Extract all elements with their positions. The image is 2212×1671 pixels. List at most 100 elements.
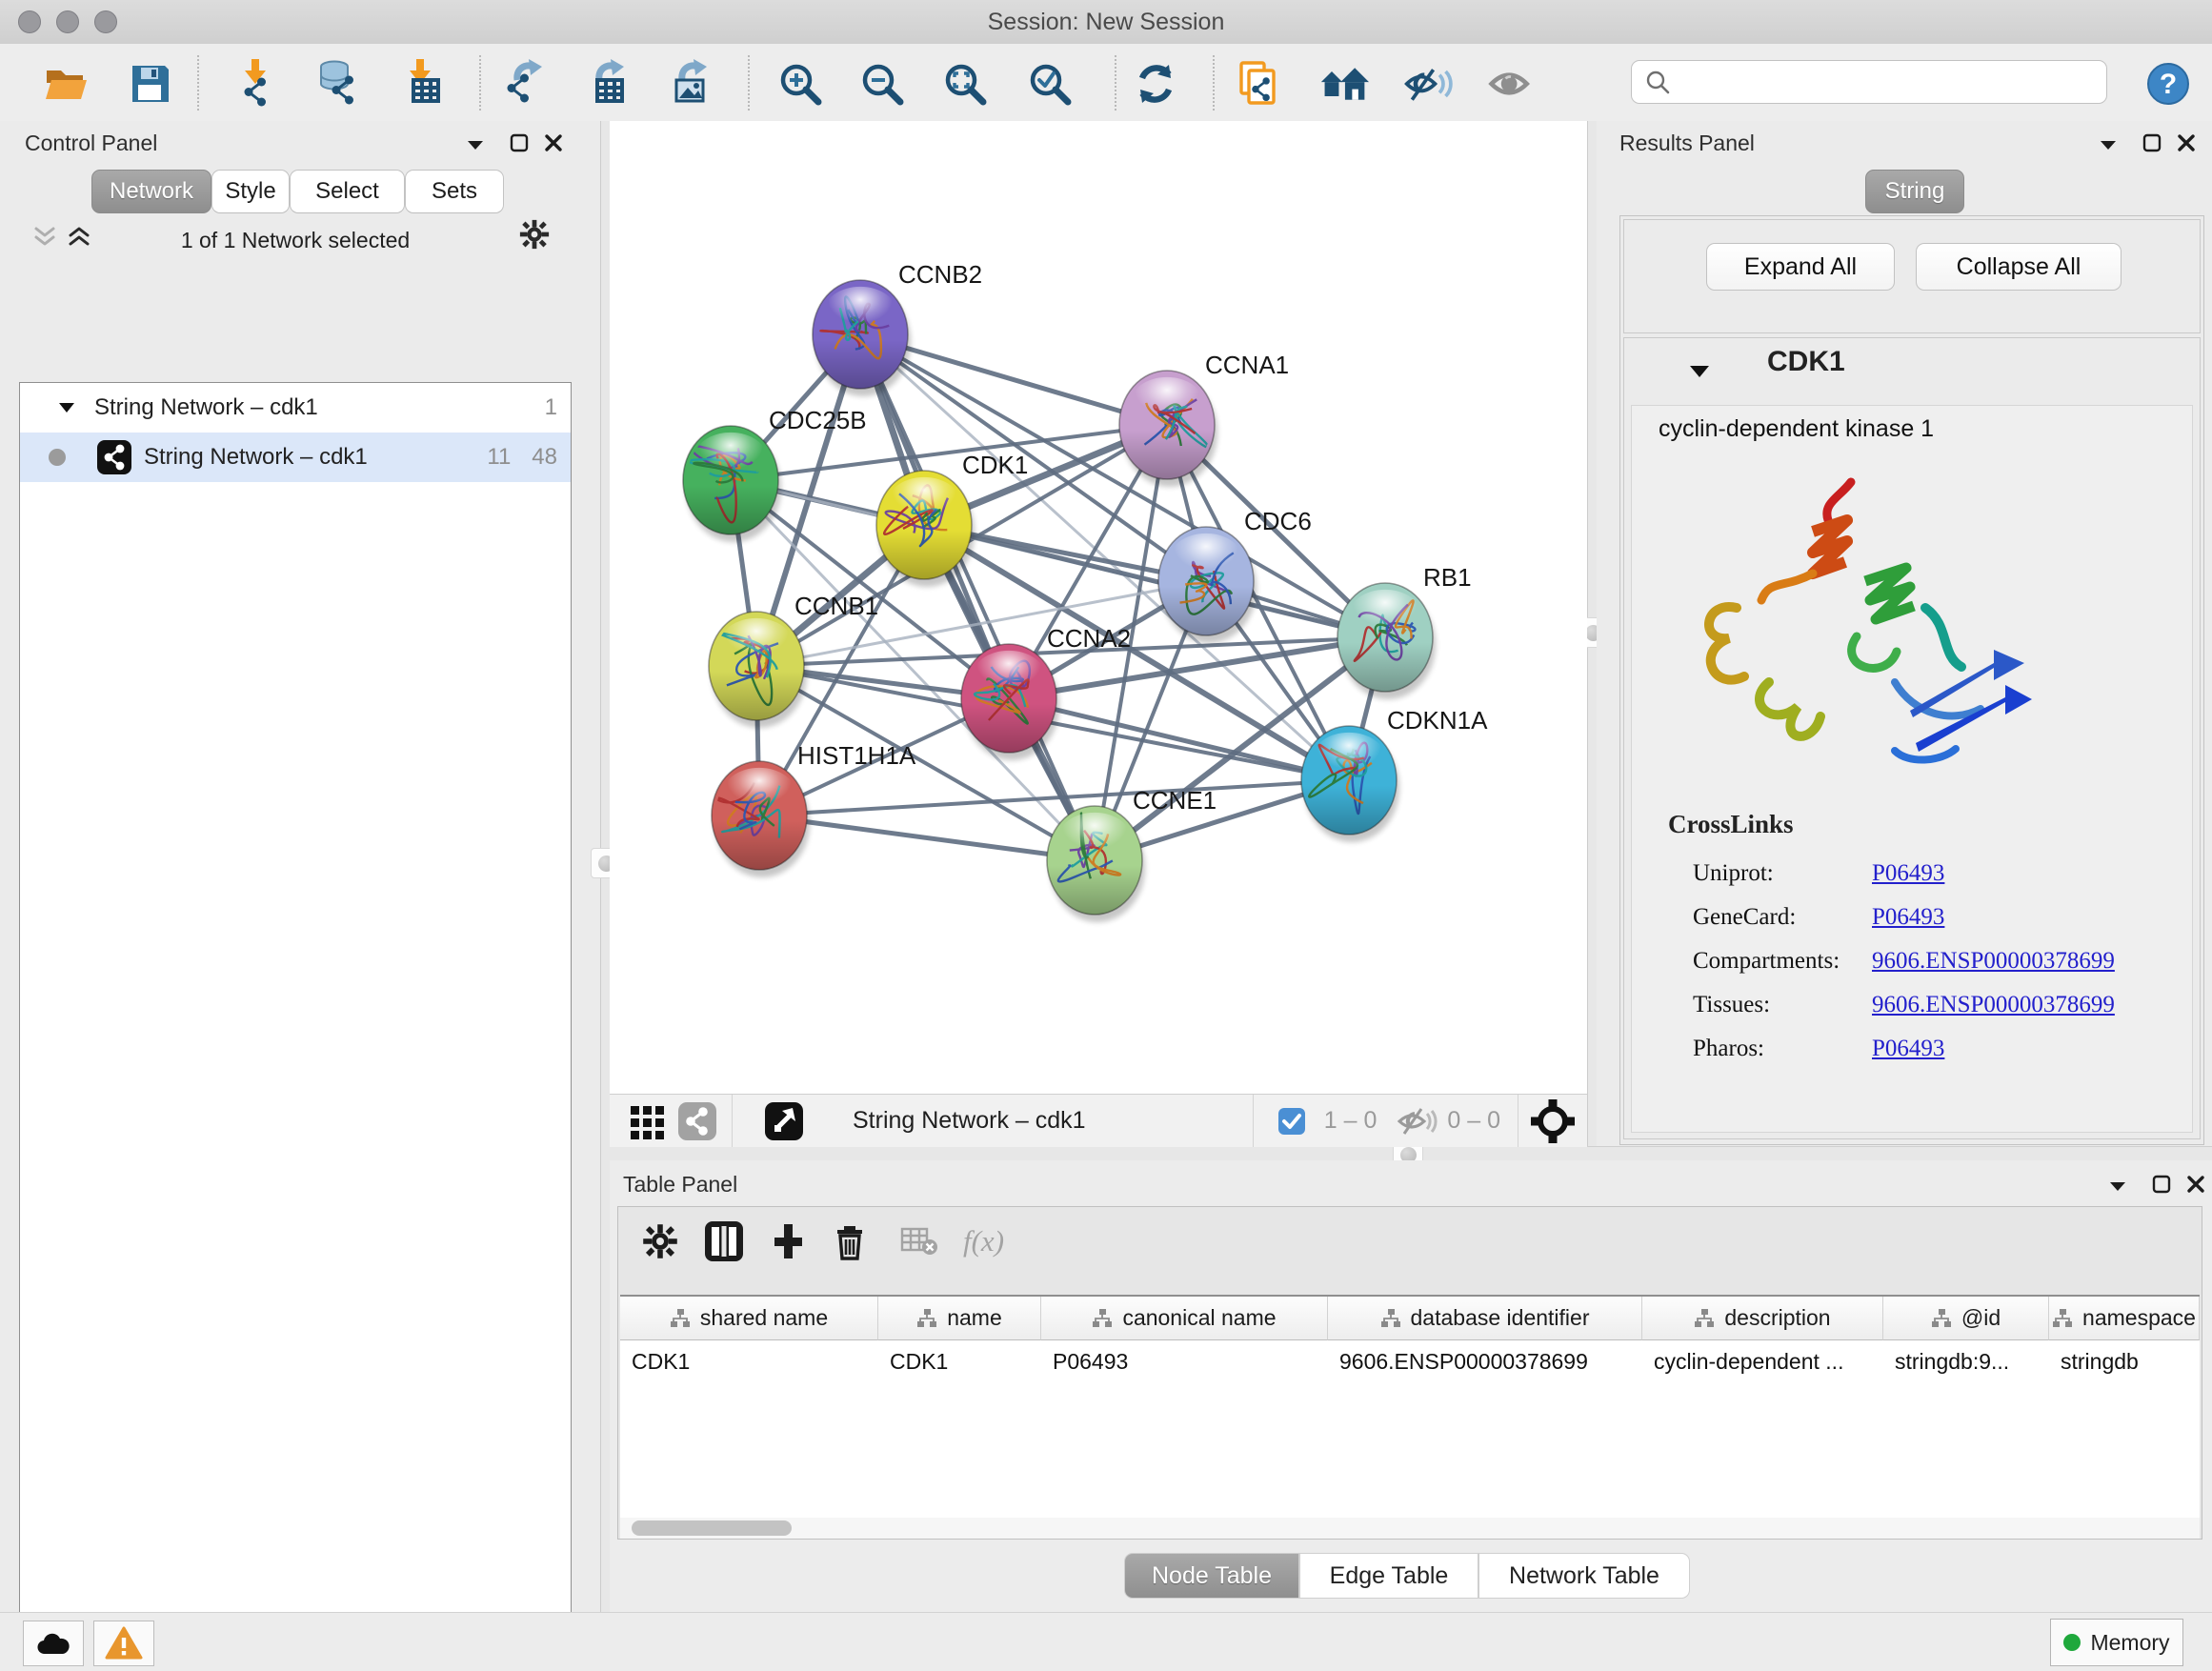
crosslink-row: Tissues: 9606.ENSP00000378699	[1693, 983, 2169, 1027]
tab-network-table[interactable]: Network Table	[1478, 1553, 1690, 1599]
tab-node-table[interactable]: Node Table	[1124, 1553, 1299, 1599]
node-CCNA2[interactable]	[961, 644, 1059, 760]
save-session-icon[interactable]	[126, 59, 175, 109]
export-image-icon[interactable]	[665, 59, 714, 109]
birds-eye-grid-icon[interactable]	[623, 1097, 673, 1146]
show-columns-icon[interactable]	[704, 1220, 744, 1262]
column-header-database-identifier[interactable]: database identifier	[1328, 1297, 1642, 1340]
column-header-description[interactable]: description	[1642, 1297, 1883, 1340]
table-panel-menu-icon[interactable]	[2101, 1172, 2134, 1200]
zoom-selected-icon[interactable]	[1025, 59, 1075, 109]
node-CDC6[interactable]	[1158, 527, 1257, 643]
control-panel-float-icon[interactable]	[503, 129, 535, 157]
column-header-shared-name[interactable]: shared name	[620, 1297, 878, 1340]
network-view-canvas[interactable]: CCNB2 CCNA1 CDC25B CDK1 CDC6	[610, 121, 1587, 1094]
copy-network-icon[interactable]	[1234, 59, 1283, 109]
cloud-button[interactable]	[23, 1621, 84, 1666]
cell-canonical-name[interactable]: P06493	[1041, 1340, 1328, 1382]
open-session-icon[interactable]	[42, 59, 91, 109]
export-table-icon[interactable]	[582, 59, 632, 109]
tab-edge-table[interactable]: Edge Table	[1299, 1553, 1478, 1599]
zoom-fit-icon[interactable]	[940, 59, 990, 109]
crosslink-value-link[interactable]: 9606.ENSP00000378699	[1872, 992, 2115, 1018]
import-network-database-icon[interactable]	[313, 59, 363, 109]
node-CDK1[interactable]	[876, 471, 975, 587]
table-panel-close-icon[interactable]	[2180, 1170, 2212, 1198]
tab-style[interactable]: Style	[211, 170, 290, 213]
crosslink-row: Compartments: 9606.ENSP00000378699	[1693, 939, 2169, 983]
search-field[interactable]	[1631, 60, 2107, 104]
table-gear-icon[interactable]	[641, 1222, 679, 1260]
tab-sets[interactable]: Sets	[405, 170, 504, 213]
edge-CCNB2-CCNE1[interactable]	[860, 334, 1095, 860]
toolbar-separator	[197, 55, 199, 111]
eye-slash-icon[interactable]	[1403, 59, 1453, 109]
crosslink-row: GeneCard: P06493	[1693, 896, 2169, 939]
entry-name: CDK1	[1767, 346, 1845, 378]
cell--id[interactable]: stringdb:9...	[1883, 1340, 2049, 1382]
table-row[interactable]: CDK1CDK1P064939606.ENSP00000378699cyclin…	[620, 1340, 2200, 1382]
node-CDC25B[interactable]	[683, 426, 781, 542]
network-share-icon[interactable]	[673, 1097, 722, 1146]
tab-network[interactable]: Network	[91, 170, 211, 213]
node-label-CCNE1: CCNE1	[1133, 786, 1217, 815]
node-CDKN1A[interactable]	[1301, 726, 1399, 842]
search-input[interactable]	[1679, 69, 2093, 96]
network-view-title: String Network – cdk1	[853, 1107, 1086, 1135]
collapse-all-button[interactable]: Collapse All	[1916, 243, 2122, 291]
crosslink-value-link[interactable]: P06493	[1872, 904, 1944, 931]
column-header-name[interactable]: name	[878, 1297, 1041, 1340]
node-RB1[interactable]	[1337, 583, 1436, 699]
houses-icon[interactable]	[1319, 59, 1369, 109]
delete-column-icon[interactable]	[832, 1220, 868, 1262]
control-panel-menu-icon[interactable]	[459, 131, 492, 159]
column-header-namespace[interactable]: namespace	[2049, 1297, 2200, 1340]
cell-description[interactable]: cyclin-dependent ...	[1642, 1340, 1883, 1382]
open-in-window-icon[interactable]	[759, 1097, 809, 1146]
cell-name[interactable]: CDK1	[878, 1340, 1041, 1382]
node-CCNB2[interactable]	[813, 280, 911, 396]
node-CCNB1[interactable]	[709, 612, 807, 728]
table-horizontal-scrollbar[interactable]	[620, 1518, 2200, 1539]
results-panel-float-icon[interactable]	[2136, 129, 2168, 157]
zoom-in-icon[interactable]	[775, 59, 825, 109]
column-header--id[interactable]: @id	[1883, 1297, 2049, 1340]
tab-string[interactable]: String	[1865, 170, 1964, 213]
cell-shared-name[interactable]: CDK1	[620, 1340, 878, 1382]
network-options-gear-icon[interactable]	[518, 220, 551, 249]
import-table-icon[interactable]	[398, 59, 448, 109]
expand-all-button[interactable]: Expand All	[1706, 243, 1895, 291]
node-CCNE1[interactable]	[1047, 806, 1145, 922]
zoom-out-icon[interactable]	[857, 59, 907, 109]
network-tree-row-selected[interactable]: String Network – cdk1 11 48	[20, 433, 571, 482]
column-header-canonical-name[interactable]: canonical name	[1041, 1297, 1328, 1340]
node-HIST1H1A[interactable]	[712, 761, 810, 877]
scrollbar-thumb[interactable]	[632, 1520, 792, 1536]
crosslink-value-link[interactable]: P06493	[1872, 1036, 1944, 1062]
help-button[interactable]: ?	[2143, 59, 2193, 109]
control-panel-close-icon[interactable]	[537, 129, 570, 157]
node-CCNA1[interactable]	[1119, 371, 1217, 487]
edge-count: 48	[532, 444, 557, 471]
fit-selected-crosshair-icon[interactable]	[1528, 1097, 1578, 1146]
crosslink-label: GeneCard:	[1693, 904, 1872, 931]
refresh-icon[interactable]	[1131, 59, 1180, 109]
import-network-file-icon[interactable]	[233, 59, 283, 109]
cell-database-identifier[interactable]: 9606.ENSP00000378699	[1328, 1340, 1642, 1382]
tree-collapse-icon[interactable]	[58, 402, 75, 413]
add-column-icon[interactable]	[769, 1220, 807, 1262]
export-network-icon[interactable]	[500, 59, 550, 109]
crosslink-value-link[interactable]: P06493	[1872, 860, 1944, 887]
tab-select[interactable]: Select	[290, 170, 405, 213]
memory-button[interactable]: Memory	[2050, 1619, 2183, 1666]
results-panel-menu-icon[interactable]	[2092, 131, 2124, 159]
warning-button[interactable]	[93, 1621, 154, 1666]
results-panel-close-icon[interactable]	[2170, 129, 2202, 157]
crosslink-value-link[interactable]: 9606.ENSP00000378699	[1872, 948, 2115, 975]
selected-checkbox-icon[interactable]	[1267, 1097, 1317, 1146]
network-tree-root-row[interactable]: String Network – cdk1 1	[20, 383, 571, 433]
hidden-counts: 0 – 0	[1447, 1107, 1500, 1135]
table-panel-float-icon[interactable]	[2145, 1170, 2178, 1198]
section-collapse-icon[interactable]	[1683, 357, 1716, 386]
cell-namespace[interactable]: stringdb	[2049, 1340, 2200, 1382]
